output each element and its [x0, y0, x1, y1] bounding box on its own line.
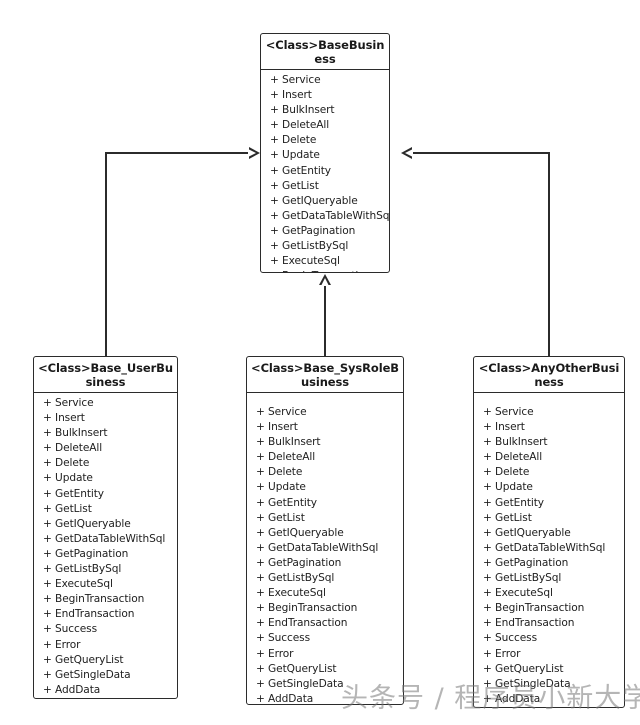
class-member: + GetPagination	[43, 547, 129, 560]
class-member: + Insert	[483, 421, 525, 434]
class-member: + ExecuteSql	[270, 255, 340, 268]
class-member: + BulkInsert	[256, 436, 321, 449]
class-member: + BulkInsert	[483, 436, 548, 449]
inheritance-arrow-user-icon	[248, 147, 260, 159]
class-member: + AddData	[43, 683, 101, 696]
class-members-basesysrolebusiness: + Service + Insert + BulkInsert + DeleteAll…	[247, 393, 403, 704]
class-member: + Delete	[43, 457, 90, 470]
class-members-anyotherbusiness: + Service + Insert + BulkInsert + DeleteAll…	[474, 393, 624, 707]
class-member: + GetEntity	[256, 496, 317, 509]
class-member: + BulkInsert	[43, 427, 108, 440]
class-member: + DeleteAll	[483, 451, 543, 464]
class-member: + GetPagination	[483, 556, 569, 569]
class-member: + DeleteAll	[270, 119, 330, 132]
class-member: + Insert	[256, 421, 298, 434]
class-member: + GetSingleData	[43, 668, 131, 681]
class-member: + GetListBySql	[483, 572, 562, 585]
class-member: + GetDataTableWithSql	[256, 541, 379, 554]
class-title-baseuserbusiness: <Class>Base_UserBusiness	[34, 357, 177, 393]
class-member: + GetEntity	[270, 164, 331, 177]
watermark-text: 头条号 / 程序员小新大学习	[341, 683, 640, 714]
class-member: + GetListBySql	[256, 572, 335, 585]
class-member: + Update	[270, 149, 320, 162]
inheritance-arrow-sysrole-icon	[319, 274, 331, 286]
class-member: + Error	[256, 647, 294, 660]
class-title-anyotherbusiness: <Class>AnyOtherBusiness	[474, 357, 624, 393]
class-member: + ExecuteSql	[256, 587, 326, 600]
connector-user-horizontal	[105, 152, 250, 154]
class-member: + ExecuteSql	[483, 587, 553, 600]
connector-anyother-horizontal	[412, 152, 550, 154]
class-member: + GetIQueryable	[43, 517, 131, 530]
class-member: + BeginTransaction	[256, 602, 358, 615]
class-member: + GetPagination	[270, 224, 356, 237]
class-members-basebusiness: + Service + Insert + BulkInsert + DeleteAll…	[261, 70, 389, 272]
class-member: + GetQueryList	[256, 662, 337, 675]
class-member: + Delete	[256, 466, 303, 479]
class-member: + Insert	[270, 89, 312, 102]
connector-anyother-vertical	[548, 153, 550, 357]
class-member: + GetList	[256, 511, 305, 524]
class-title-basebusiness: <Class>BaseBusiness	[261, 34, 389, 70]
class-member: + BeginTransaction	[483, 602, 585, 615]
diagram-canvas: <Class>BaseBusiness + Service + Insert + B…	[0, 0, 640, 725]
class-member: + GetIQueryable	[256, 526, 344, 539]
class-member: + ExecuteSql	[43, 578, 113, 591]
class-box-baseuserbusiness[interactable]: <Class>Base_UserBusiness + Service + Inse…	[33, 356, 178, 699]
class-member: + Success	[43, 623, 97, 636]
class-member: + GetIQueryable	[270, 194, 358, 207]
class-member: + Delete	[483, 466, 530, 479]
connector-user-vertical	[105, 153, 107, 357]
class-member: + EndTransaction	[256, 617, 348, 630]
class-member: + Update	[256, 481, 306, 494]
class-member: + EndTransaction	[43, 608, 135, 621]
class-member: + Error	[43, 638, 81, 651]
class-member: + GetList	[483, 511, 532, 524]
class-member: + Success	[483, 632, 537, 645]
class-member: + Update	[43, 472, 93, 485]
class-member: + GetQueryList	[43, 653, 124, 666]
class-member: + GetEntity	[43, 487, 104, 500]
class-member: + GetList	[43, 502, 92, 515]
class-member: + Insert	[43, 412, 85, 425]
class-member: + GetIQueryable	[483, 526, 571, 539]
class-member: + BeginTransaction	[43, 593, 145, 606]
class-member: + BulkInsert	[270, 104, 335, 117]
class-member: + GetListBySql	[270, 240, 349, 253]
class-member: + GetDataTableWithSql	[483, 541, 606, 554]
class-member: + Service	[483, 406, 534, 418]
class-member: + EndTransaction	[483, 617, 575, 630]
inheritance-arrow-anyother-icon	[401, 147, 413, 159]
class-member: + BeginTransaction	[261, 269, 389, 272]
class-member: + DeleteAll	[43, 442, 103, 455]
class-member: + GetEntity	[483, 496, 544, 509]
class-member: + GetList	[270, 179, 319, 192]
class-member: + GetQueryList	[483, 662, 564, 675]
class-member: + GetDataTableWithSql	[270, 209, 389, 222]
class-member: + Error	[483, 647, 521, 660]
class-member: + GetListBySql	[43, 563, 122, 576]
connector-sysrole-vertical	[324, 285, 326, 357]
class-member: + Service	[256, 406, 307, 418]
class-member: + Delete	[270, 134, 317, 147]
class-title-basesysrolebusiness: <Class>Base_SysRoleBusiness	[247, 357, 403, 393]
class-member: + DeleteAll	[256, 451, 316, 464]
class-member: + GetDataTableWithSql	[43, 532, 166, 545]
class-member: + Service	[270, 74, 321, 86]
class-member: + Update	[483, 481, 533, 494]
class-member: + GetPagination	[256, 556, 342, 569]
class-member: + Success	[256, 632, 310, 645]
class-box-basesysrolebusiness[interactable]: <Class>Base_SysRoleBusiness + Service + I…	[246, 356, 404, 705]
class-box-basebusiness[interactable]: <Class>BaseBusiness + Service + Insert + B…	[260, 33, 390, 273]
class-box-anyotherbusiness[interactable]: <Class>AnyOtherBusiness + Service + Inser…	[473, 356, 625, 708]
class-member: + Service	[43, 397, 94, 409]
class-members-baseuserbusiness: + Service + Insert + BulkInsert + DeleteAll…	[34, 393, 177, 698]
